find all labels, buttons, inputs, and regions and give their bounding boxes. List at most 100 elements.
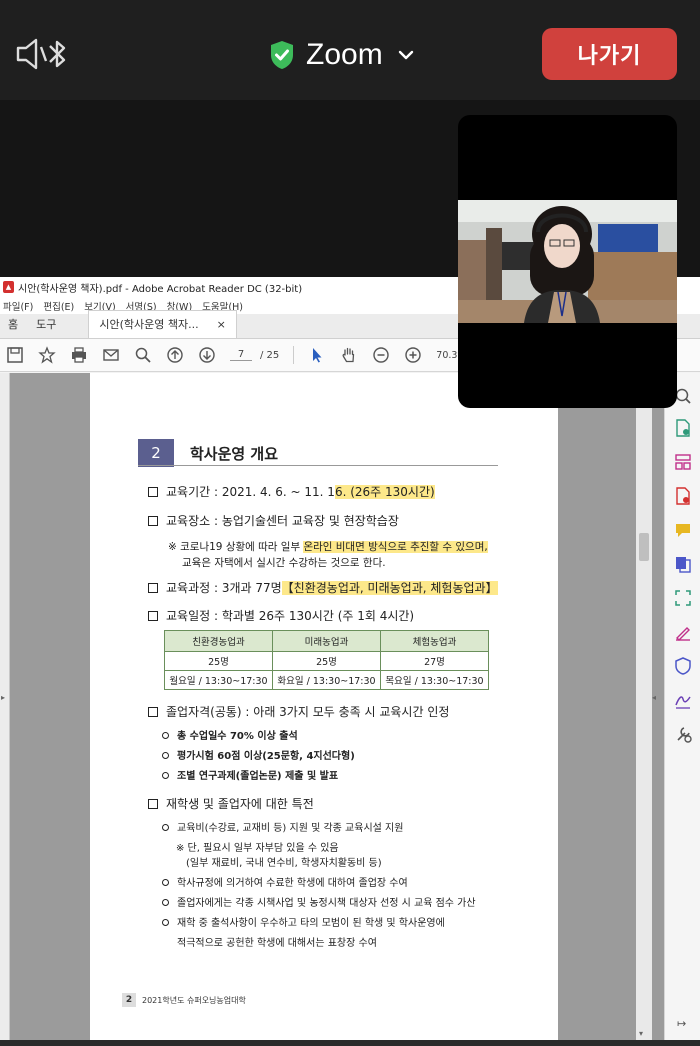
participant-video-tile[interactable] (458, 115, 677, 408)
print-icon[interactable] (70, 346, 88, 364)
scrollbar-thumb[interactable] (639, 533, 649, 561)
scan-ocr-icon[interactable] (674, 589, 692, 607)
grad-item-text: 총 수업일수 70% 이상 출석 (177, 731, 298, 742)
footer-text: 2021학년도 슈퍼오닝농업대학 (142, 995, 246, 1005)
grad-item-text: 조별 연구과제(졸업논문) 제출 및 발표 (177, 771, 339, 782)
scroll-down-icon[interactable]: ▾ (639, 1029, 643, 1038)
checkbox-square (148, 799, 158, 809)
table-header: 체험농업과 (380, 630, 489, 652)
benefit-item-text: 재학 중 출석사항이 우수하고 타의 모범이 된 학생 및 학사운영에 (177, 918, 445, 929)
page-navigator: 7 / 25 (230, 349, 279, 361)
zoom-top-bar: Zoom 나가기 (0, 0, 700, 100)
benefit-note: ※ 단, 필요시 일부 자부담 있을 수 있음 (176, 843, 339, 854)
expand-left-icon[interactable]: ▸ (1, 693, 5, 702)
participant-video (458, 200, 677, 323)
fill-sign-icon[interactable] (674, 623, 692, 641)
benefit-item-text: 졸업자에게는 각종 시책사업 및 농정시책 대상자 선정 시 교육 점수 가산 (177, 898, 476, 909)
covid-note-line-1: ※ 코로나19 상황에 따라 일부 온라인 비대면 방식으로 추진할 수 있으며… (168, 539, 488, 554)
graduation-line: 졸업자격(공통) : 아래 3가지 모두 충족 시 교육시간 인정 (148, 703, 449, 720)
hand-tool-icon[interactable] (340, 346, 358, 364)
page-total: / 25 (260, 349, 280, 361)
course-line: 교육과정 : 3개과 77명【친환경농업과, 미래농업과, 체험농업과】 (148, 579, 498, 596)
vertical-scrollbar[interactable]: ▾ (636, 373, 652, 1040)
star-icon[interactable] (38, 346, 56, 364)
left-panel-toggle[interactable]: ▸ (0, 373, 10, 1040)
select-cursor-icon[interactable] (308, 346, 326, 364)
table-cell: 25명 (272, 651, 381, 671)
collapse-right-panel-icon[interactable]: ◂ (652, 693, 656, 702)
circle-bullet (162, 732, 169, 739)
window-title: 시안(학사운영 책자).pdf - Adobe Acrobat Reader D… (18, 283, 303, 295)
table-cell: 화요일 / 13:30~17:30 (272, 670, 381, 690)
schedule-text: 교육일정 : 학과별 26주 130시간 (주 1회 4시간) (166, 609, 415, 623)
request-signature-icon[interactable] (674, 691, 692, 709)
meeting-title-button[interactable]: Zoom (268, 30, 415, 80)
organize-pages-icon[interactable] (674, 453, 692, 471)
benefit-line: 재학생 및 졸업자에 대한 특전 (148, 795, 314, 812)
footer-page-number: 2 (122, 993, 136, 1007)
menu-edit[interactable]: 편집(E) (43, 299, 74, 313)
period-line: 교육기간 : 2021. 4. 6. ~ 11. 16. (26주 130시간) (148, 483, 435, 500)
zoom-search-icon[interactable] (134, 346, 152, 364)
table-cell: 월요일 / 13:30~17:30 (164, 670, 273, 690)
table-cell: 27명 (380, 651, 489, 671)
mail-icon[interactable] (102, 346, 120, 364)
table-cell: 25명 (164, 651, 273, 671)
benefit-item: 교육비(수강료, 교재비 등) 지원 및 각종 교육시설 지원 (162, 819, 403, 834)
course-highlight: 【친환경농업과, 미래농업과, 체험농업과】 (281, 581, 498, 595)
toolbar-divider (293, 346, 295, 364)
circle-bullet (162, 899, 169, 906)
export-pdf-icon[interactable] (674, 487, 692, 505)
checkbox-square (148, 487, 158, 497)
section-title: 학사운영 개요 (190, 444, 279, 463)
collapse-pane-icon[interactable]: ↦ (677, 1017, 686, 1030)
tab-document-label: 시안(학사운영 책자... (99, 318, 199, 331)
close-icon[interactable]: × (217, 318, 226, 331)
right-tools-pane: ↦ (664, 373, 700, 1040)
comment-icon[interactable] (674, 521, 692, 539)
benefit-item: 학사규정에 의거하여 수료한 학생에 대하여 졸업장 수여 (162, 874, 408, 889)
circle-bullet (162, 772, 169, 779)
benefit-item: 졸업자에게는 각종 시책사업 및 농정시책 대상자 선정 시 교육 점수 가산 (162, 894, 476, 909)
place-line: 교육장소 : 농업기술센터 교육장 및 현장학습장 (148, 512, 399, 529)
table-header: 미래농업과 (272, 630, 381, 652)
benefit-item: 재학 중 출석사항이 우수하고 타의 모범이 된 학생 및 학사운영에 (162, 914, 445, 929)
place-text: 교육장소 : 농업기술센터 교육장 및 현장학습장 (166, 514, 399, 528)
period-highlight: 6. (26주 130시간) (334, 485, 435, 499)
zoom-in-icon[interactable] (404, 346, 422, 364)
circle-bullet (162, 879, 169, 886)
covid-note-line-2: 교육은 자택에서 실시간 수강하는 것으로 한다. (182, 557, 386, 569)
page-number-input[interactable]: 7 (230, 349, 252, 361)
document-viewport[interactable]: ▸ 2 학사운영 개요 교육기간 : 2021. 4. 6. ~ 11. 16.… (0, 373, 664, 1040)
table-cell: 목요일 / 13:30~17:30 (380, 670, 489, 690)
more-tools-icon[interactable] (674, 725, 692, 743)
combine-files-icon[interactable] (674, 555, 692, 573)
shield-check-icon (271, 41, 293, 69)
create-pdf-icon[interactable] (674, 419, 692, 437)
protect-shield-icon[interactable] (674, 657, 692, 675)
page-up-icon[interactable] (166, 346, 184, 364)
checkbox-square (148, 516, 158, 526)
pdf-icon: ▲ (3, 281, 14, 293)
benefit-text: 재학생 및 졸업자에 대한 특전 (166, 797, 314, 811)
leave-button[interactable]: 나가기 (542, 28, 677, 80)
section-divider (138, 465, 498, 466)
circle-bullet (162, 919, 169, 926)
grad-item: 총 수업일수 70% 이상 출석 (162, 727, 298, 742)
schedule-table: 친환경농업과 미래농업과 체험농업과 25명 25명 27명 월요일 / 13:… (164, 630, 489, 690)
save-icon[interactable] (6, 346, 24, 364)
benefit-item-text: 교육비(수강료, 교재비 등) 지원 및 각종 교육시설 지원 (177, 823, 404, 834)
zoom-screen: Zoom 나가기 ▲ 시안(학사운영 책자).pdf - Adobe Acrob… (0, 0, 700, 1046)
menu-file[interactable]: 파일(F) (3, 299, 33, 313)
zoom-out-icon[interactable] (372, 346, 390, 364)
grad-item-text: 평가시험 60점 이상(25문항, 4지선다형) (177, 751, 355, 762)
course-text: 교육과정 : 3개과 77명 (166, 581, 282, 595)
tab-tools[interactable]: 도구 (28, 316, 66, 338)
tab-home[interactable]: 홈 (0, 316, 28, 338)
checkbox-square (148, 707, 158, 717)
tab-document[interactable]: 시안(학사운영 책자... × (88, 310, 237, 338)
page-down-icon[interactable] (198, 346, 216, 364)
graduation-text: 졸업자격(공통) : 아래 3가지 모두 충족 시 교육시간 인정 (166, 705, 450, 719)
section-number: 2 (138, 439, 174, 467)
note-text: ※ 코로나19 상황에 따라 일부 (168, 541, 304, 553)
